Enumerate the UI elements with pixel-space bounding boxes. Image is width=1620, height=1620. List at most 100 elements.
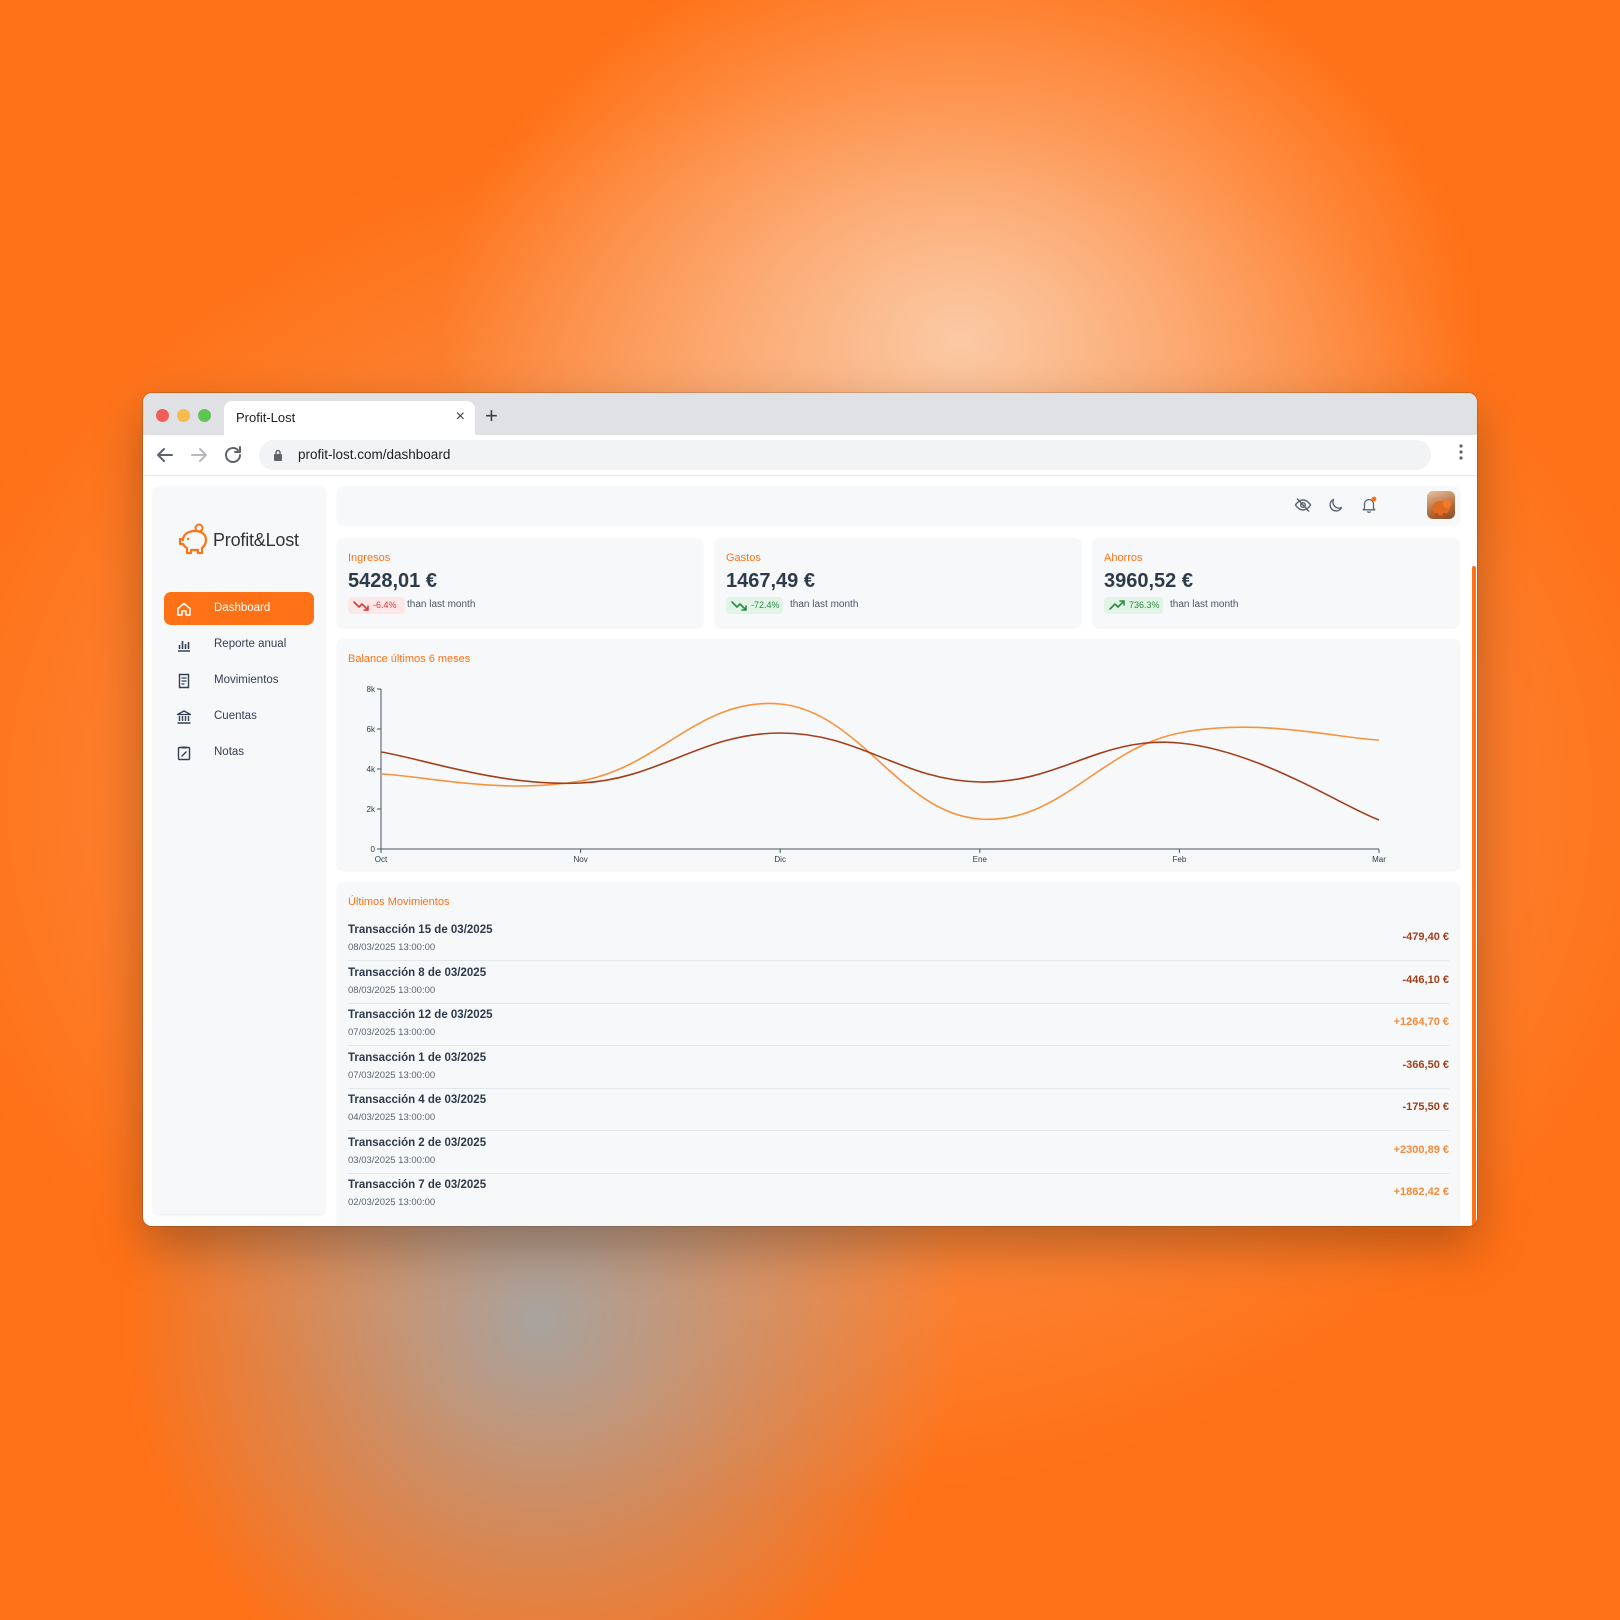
browser-tab[interactable]: Profit-Lost × [224, 401, 475, 435]
card-value: 3960,52 € [1104, 570, 1193, 592]
change-value: -72.4% [751, 600, 780, 610]
x-tick-label: Mar [1372, 855, 1386, 864]
note-icon [177, 746, 191, 761]
sidebar-item-notas[interactable]: Notas [164, 736, 314, 769]
movement-amount: +1862,42 € [1393, 1186, 1449, 1198]
maximize-window-button[interactable] [198, 409, 211, 422]
sidebar-item-label: Reporte anual [214, 638, 287, 650]
movement-amount: -366,50 € [1402, 1058, 1449, 1071]
movement-row[interactable]: Transacción 1 de 03/2025 07/03/2025 13:00… [348, 1046, 1449, 1089]
balance-chart-card: Balance últimos 6 meses 0 2k 4k 6k 8k Oct Nov D… [337, 639, 1460, 870]
change-value: 736.3% [1129, 600, 1160, 610]
series-line-2 [380, 732, 1380, 821]
balance-chart: 0 2k 4k 6k 8k Oct Nov Dic Ene Feb Mar [367, 685, 1387, 864]
browser-menu-icon[interactable] [1459, 444, 1463, 460]
movement-date: 04/03/2025 13:00:00 [348, 1112, 436, 1123]
movement-row[interactable]: Transacción 15 de 03/2025 08/03/2025 13:0… [348, 918, 1449, 961]
change-badge: -72.4% [726, 597, 783, 614]
movement-amount: -479,40 € [1402, 931, 1449, 943]
sidebar-item-movimientos[interactable]: Movimientos [164, 664, 314, 697]
movement-row[interactable]: Transacción 2 de 03/2025 03/03/2025 13:00… [348, 1131, 1449, 1174]
sidebar-item-label: Movimientos [214, 674, 279, 686]
trend-up-icon [1109, 600, 1125, 610]
movement-name: Transacción 12 de 03/2025 [348, 1009, 493, 1021]
movement-name: Transacción 8 de 03/2025 [348, 966, 487, 979]
movement-row[interactable]: Transacción 12 de 03/2025 07/03/2025 13:0… [348, 1003, 1449, 1046]
browser-toolbar: profit-lost.com/dashboard [143, 435, 1477, 476]
card-suffix: than last month [1170, 599, 1239, 610]
new-tab-button[interactable]: + [485, 403, 498, 429]
movement-amount: +1264,70 € [1393, 1016, 1449, 1028]
tab-close-icon[interactable]: × [456, 408, 465, 426]
card-label: Ahorros [1104, 552, 1143, 564]
card-label: Gastos [726, 552, 761, 564]
back-arrow-icon[interactable] [153, 443, 177, 467]
movement-row[interactable]: Transacción 7 de 03/2025 02/03/2025 13:00… [348, 1173, 1449, 1215]
top-bar [337, 486, 1460, 524]
movement-name: Transacción 15 de 03/2025 [348, 924, 493, 936]
x-tick-label: Oct [375, 855, 388, 864]
close-window-button[interactable] [156, 409, 169, 422]
sidebar-item-label: Notas [214, 746, 245, 758]
address-bar[interactable]: profit-lost.com/dashboard [259, 440, 1431, 470]
sidebar-item-label: Cuentas [214, 710, 257, 722]
movement-date: 02/03/2025 13:00:00 [348, 1197, 436, 1208]
movement-date: 03/03/2025 13:00:00 [348, 1154, 436, 1166]
lock-icon [274, 449, 282, 461]
sidebar-item-reporte-anual[interactable]: Reporte anual [164, 628, 314, 661]
sidebar-item-dashboard[interactable]: Dashboard [164, 592, 314, 625]
x-tick-label: Nov [573, 855, 587, 864]
movement-name: Transacción 7 de 03/2025 [348, 1179, 487, 1191]
piggy-avatar-icon [1432, 500, 1451, 517]
movement-amount: -446,10 € [1402, 973, 1449, 986]
tab-title: Profit-Lost [236, 410, 296, 425]
stat-card-gastos: Gastos 1467,49 € -72.4% than last month [715, 538, 1081, 627]
page-content: Profit&Lost Dashboard Reporte anual Movi… [143, 476, 1477, 1226]
movement-name: Transacción 1 de 03/2025 [348, 1051, 487, 1064]
bell-icon[interactable] [1360, 496, 1378, 514]
sidebar-item-label: Dashboard [214, 602, 271, 614]
y-tick-label: 4k [367, 765, 376, 774]
movement-name: Transacción 4 de 03/2025 [348, 1094, 487, 1106]
scrollbar[interactable] [1472, 566, 1476, 1226]
tab-bar: Profit-Lost × + [143, 393, 1477, 435]
sidebar-item-cuentas[interactable]: Cuentas [164, 700, 314, 733]
movement-amount: +2300,89 € [1393, 1143, 1449, 1156]
movement-date: 07/03/2025 13:00:00 [348, 1069, 436, 1081]
card-suffix: than last month [790, 599, 859, 610]
y-tick-label: 0 [371, 845, 376, 854]
hide-eye-icon[interactable] [1294, 496, 1312, 514]
card-label: Ingresos [348, 552, 391, 564]
reload-icon[interactable] [221, 443, 245, 467]
change-badge: -6.4% [348, 597, 405, 614]
home-icon [177, 602, 191, 616]
y-tick-label: 6k [367, 725, 376, 734]
minimize-window-button[interactable] [177, 409, 190, 422]
stat-card-ingresos: Ingresos 5428,01 € -6.4% than last month [337, 538, 703, 627]
movements-card: Últimos Movimientos Transacción 15 de 03… [337, 882, 1460, 1226]
browser-window: Profit-Lost × + profit-lost.com/dashboar… [143, 393, 1477, 1226]
sidebar: Profit&Lost Dashboard Reporte anual Movi… [153, 486, 325, 1214]
y-tick-label: 2k [367, 805, 376, 814]
movement-date: 08/03/2025 13:00:00 [348, 942, 436, 953]
y-tick-label: 8k [367, 685, 376, 694]
movement-date: 07/03/2025 13:00:00 [348, 1027, 436, 1038]
bar-chart-icon [178, 641, 190, 652]
logo-text: Profit&Lost [213, 530, 299, 550]
x-tick-label: Feb [1173, 855, 1187, 864]
movement-row[interactable]: Transacción 4 de 03/2025 04/03/2025 13:00… [348, 1088, 1449, 1131]
change-value: -6.4% [373, 600, 397, 610]
piggy-bank-logo-icon [178, 523, 208, 555]
series-line-1 [380, 702, 1380, 820]
trend-down-icon [731, 601, 747, 611]
change-badge: 736.3% [1104, 597, 1163, 614]
stat-card-ahorros: Ahorros 3960,52 € 736.3% than last month [1093, 538, 1459, 627]
forward-arrow-icon[interactable] [187, 443, 211, 467]
bank-icon [176, 710, 192, 724]
movement-row[interactable]: Transacción 8 de 03/2025 08/03/2025 13:00… [348, 961, 1449, 1004]
moon-icon[interactable] [1327, 496, 1345, 514]
url-text: profit-lost.com/dashboard [298, 447, 451, 462]
avatar[interactable] [1427, 491, 1455, 519]
card-value: 1467,49 € [726, 570, 815, 592]
x-tick-label: Dic [774, 855, 786, 864]
